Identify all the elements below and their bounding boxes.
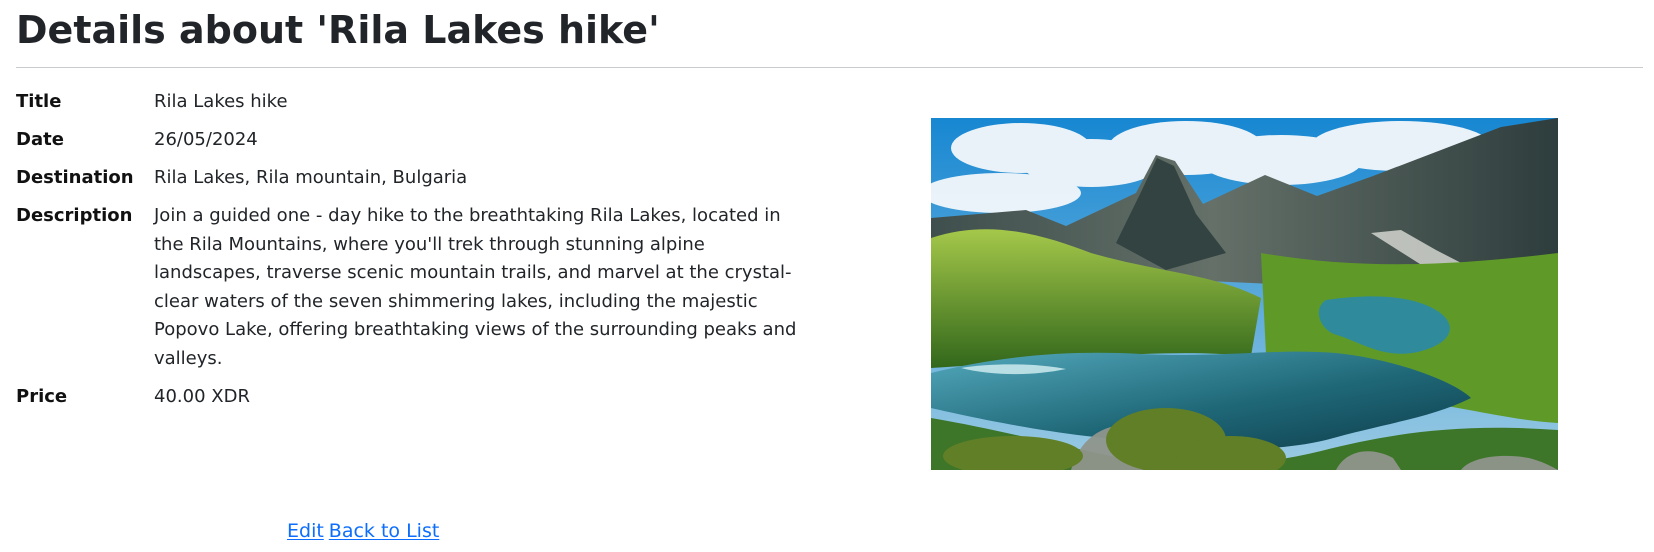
title-divider: [16, 67, 1643, 68]
back-to-list-link[interactable]: Back to List: [329, 520, 440, 542]
destination-label: Destination: [16, 167, 134, 188]
detail-row-date: Date 26/05/2024: [16, 126, 806, 155]
record-actions: Edit Back to List: [287, 519, 439, 543]
destination-value: Rila Lakes, Rila mountain, Bulgaria: [154, 167, 468, 188]
description-value: Join a guided one - day hike to the brea…: [154, 205, 797, 369]
price-value: 40.00 XDR: [154, 385, 250, 407]
detail-row-price: Price 40.00 XDR: [16, 383, 806, 412]
date-value: 26/05/2024: [154, 129, 258, 150]
edit-link[interactable]: Edit: [287, 520, 324, 542]
detail-row-description: Description Join a guided one - day hike…: [16, 202, 806, 373]
price-label: Price: [16, 385, 68, 407]
detail-row-destination: Destination Rila Lakes, Rila mountain, B…: [16, 164, 806, 193]
description-label: Description: [16, 205, 133, 226]
hike-details-list: Title Rila Lakes hike Date 26/05/2024 De…: [16, 88, 806, 421]
detail-row-title: Title Rila Lakes hike: [16, 88, 806, 117]
page-title: Details about 'Rila Lakes hike': [16, 8, 660, 52]
rila-lakes-landscape-image: [931, 118, 1558, 470]
title-label: Title: [16, 91, 62, 112]
title-value: Rila Lakes hike: [154, 91, 288, 112]
date-label: Date: [16, 129, 64, 150]
hike-photo: [931, 118, 1558, 470]
